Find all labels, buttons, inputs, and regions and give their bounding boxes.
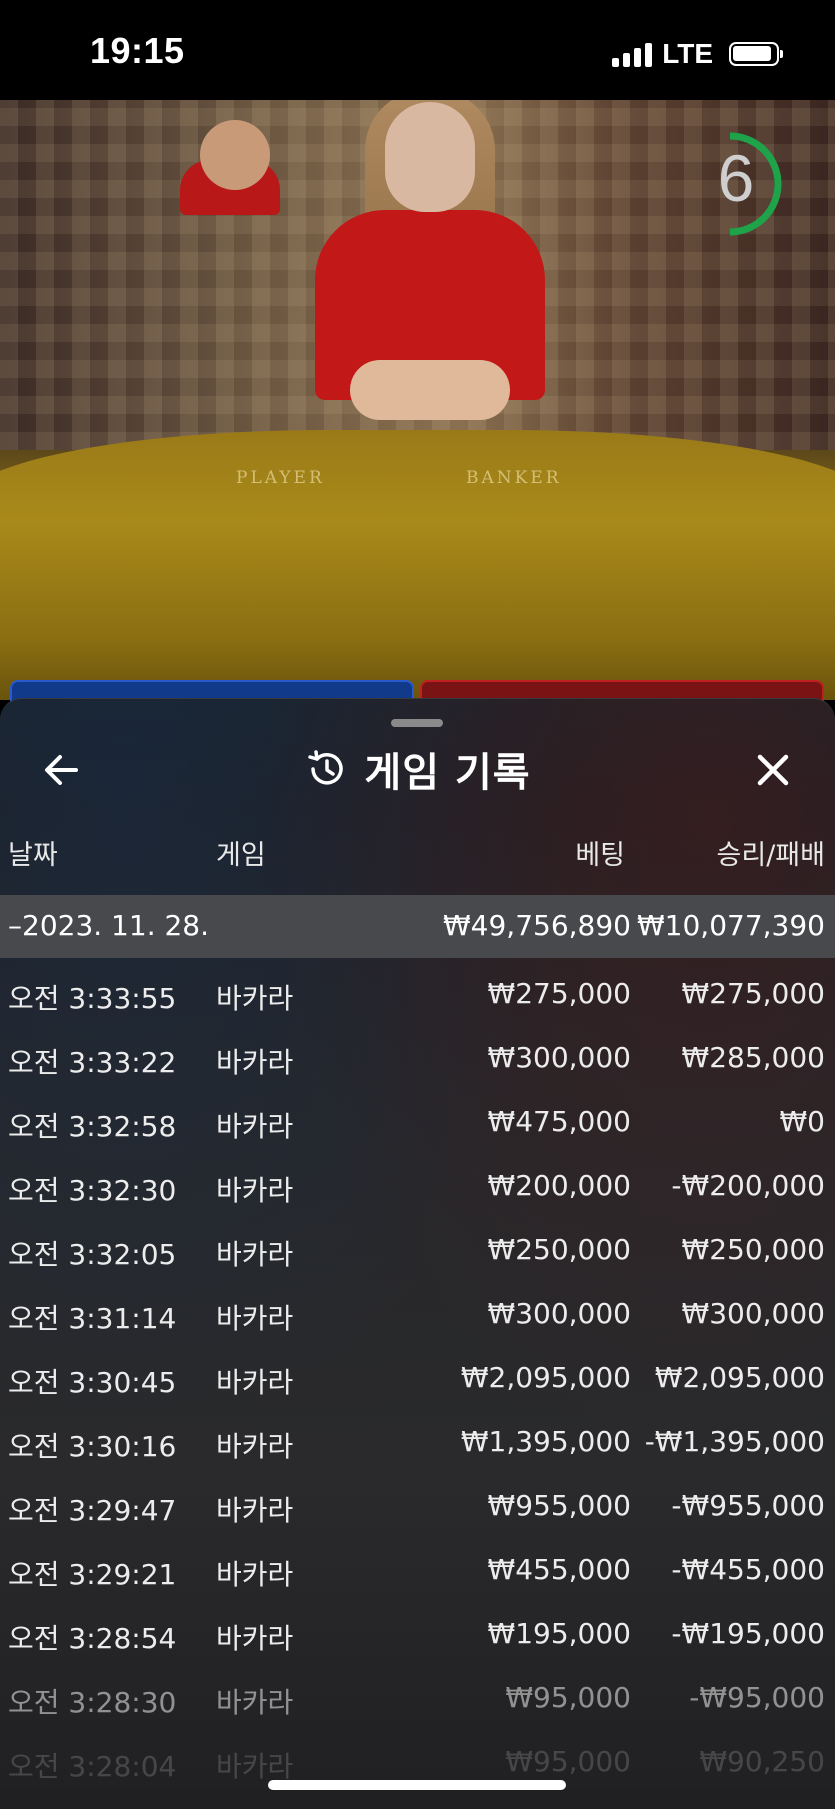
battery-icon [729, 42, 783, 66]
row-result: -₩1,395,000 [644, 1425, 825, 1458]
row-time: 오전 3:33:55 [8, 982, 177, 1015]
game-history-sheet: 게임 기록 날짜 게임 베팅 승리/패배 –2023. 11. 28. ₩49,… [0, 698, 835, 1809]
row-game: 바카라 [216, 1046, 294, 1079]
sheet-title: 게임 기록 [364, 750, 531, 796]
table-row[interactable]: 오전 3:33:55 바카라 ₩275,000 ₩275,000 [0, 961, 835, 1025]
background-dealer-head [200, 120, 270, 190]
row-result: ₩300,000 [681, 1297, 825, 1330]
row-game: 바카라 [216, 1494, 294, 1527]
row-bet: ₩1,395,000 [460, 1425, 631, 1458]
row-bet: ₩195,000 [487, 1617, 631, 1650]
summary-bet: ₩49,756,890 [442, 909, 631, 942]
status-time: 19:15 [90, 30, 185, 71]
row-game: 바카라 [216, 1174, 294, 1207]
table-row[interactable]: 오전 3:30:16 바카라 ₩1,395,000 -₩1,395,000 [0, 1409, 835, 1473]
row-result: -₩200,000 [671, 1169, 825, 1202]
row-result: ₩250,000 [681, 1233, 825, 1266]
dealer-head [385, 102, 475, 212]
dealer-arms [350, 360, 510, 420]
close-button[interactable] [748, 745, 798, 795]
row-result: ₩0 [779, 1105, 826, 1138]
row-bet: ₩2,095,000 [460, 1361, 631, 1394]
table-row[interactable]: 오전 3:28:30 바카라 ₩95,000 -₩95,000 [0, 1665, 835, 1729]
row-game: 바카라 [216, 1110, 294, 1143]
network-label: LTE [662, 38, 713, 69]
table-row[interactable]: 오전 3:30:45 바카라 ₩2,095,000 ₩2,095,000 [0, 1345, 835, 1409]
row-result: -₩195,000 [671, 1617, 825, 1650]
row-game: 바카라 [216, 1366, 294, 1399]
row-result: -₩95,000 [689, 1681, 825, 1714]
row-result: ₩275,000 [681, 977, 825, 1010]
row-result: ₩285,000 [681, 1041, 825, 1074]
row-result: -₩455,000 [671, 1553, 825, 1586]
row-time: 오전 3:31:14 [8, 1302, 177, 1335]
sheet-drag-handle[interactable] [391, 719, 443, 727]
summary-result: ₩10,077,390 [636, 909, 825, 942]
row-game: 바카라 [216, 1302, 294, 1335]
summary-date: –2023. 11. 28. [8, 909, 210, 942]
column-game: 게임 [216, 840, 266, 871]
row-game: 바카라 [216, 1750, 294, 1783]
row-time: 오전 3:32:58 [8, 1110, 177, 1143]
row-game: 바카라 [216, 1558, 294, 1591]
table-row[interactable]: 오전 3:32:05 바카라 ₩250,000 ₩250,000 [0, 1217, 835, 1281]
table-row[interactable]: 오전 3:31:14 바카라 ₩300,000 ₩300,000 [0, 1281, 835, 1345]
row-time: 오전 3:28:04 [8, 1750, 177, 1783]
table-header: 날짜 게임 베팅 승리/패배 [0, 833, 835, 873]
row-time: 오전 3:29:21 [8, 1558, 177, 1591]
table-row[interactable]: 오전 3:29:21 바카라 ₩455,000 -₩455,000 [0, 1537, 835, 1601]
row-time: 오전 3:28:30 [8, 1686, 177, 1719]
row-bet: ₩475,000 [487, 1105, 631, 1138]
table-label-player: PLAYER [236, 468, 325, 488]
table-row[interactable]: 오전 3:32:58 바카라 ₩475,000 ₩0 [0, 1089, 835, 1153]
row-bet: ₩455,000 [487, 1553, 631, 1586]
signal-icon [612, 41, 653, 67]
row-time: 오전 3:30:16 [8, 1430, 177, 1463]
column-result: 승리/패배 [716, 840, 825, 871]
row-bet: ₩300,000 [487, 1041, 631, 1074]
close-icon [757, 754, 789, 786]
status-indicators: LTE [612, 38, 783, 70]
table-row[interactable]: 오전 3:32:30 바카라 ₩200,000 -₩200,000 [0, 1153, 835, 1217]
row-time: 오전 3:32:05 [8, 1238, 177, 1271]
row-result: -₩955,000 [671, 1489, 825, 1522]
row-game: 바카라 [216, 1622, 294, 1655]
row-bet: ₩250,000 [487, 1233, 631, 1266]
row-bet: ₩95,000 [505, 1745, 631, 1778]
row-result: ₩2,095,000 [654, 1361, 825, 1394]
live-video: PLAYER BANKER 6 [0, 100, 835, 700]
history-icon [308, 750, 344, 785]
table-row[interactable]: 오전 3:28:54 바카라 ₩195,000 -₩195,000 [0, 1601, 835, 1665]
countdown-timer: 6 [690, 130, 798, 238]
timer-value: 6 [717, 141, 755, 215]
row-bet: ₩95,000 [505, 1681, 631, 1714]
home-indicator[interactable] [268, 1780, 566, 1790]
row-time: 오전 3:30:45 [8, 1366, 177, 1399]
row-bet: ₩275,000 [487, 977, 631, 1010]
table-label-banker: BANKER [466, 468, 562, 488]
row-result: ₩90,250 [699, 1745, 825, 1778]
row-bet: ₩200,000 [487, 1169, 631, 1202]
history-list: 오전 3:33:55 바카라 ₩275,000 ₩275,000 오전 3:33… [0, 961, 835, 1793]
baccarat-table [0, 430, 835, 700]
row-time: 오전 3:29:47 [8, 1494, 177, 1527]
row-time: 오전 3:33:22 [8, 1046, 177, 1079]
table-row[interactable]: 오전 3:33:22 바카라 ₩300,000 ₩285,000 [0, 1025, 835, 1089]
row-bet: ₩955,000 [487, 1489, 631, 1522]
column-bet: 베팅 [575, 840, 625, 871]
date-summary-row[interactable]: –2023. 11. 28. ₩49,756,890 ₩10,077,390 [0, 895, 835, 958]
column-date: 날짜 [8, 840, 58, 871]
sheet-header: 게임 기록 [0, 739, 835, 799]
sheet-title-group: 게임 기록 [0, 739, 835, 799]
row-game: 바카라 [216, 1430, 294, 1463]
row-game: 바카라 [216, 1686, 294, 1719]
row-time: 오전 3:32:30 [8, 1174, 177, 1207]
row-bet: ₩300,000 [487, 1297, 631, 1330]
row-game: 바카라 [216, 1238, 294, 1271]
row-game: 바카라 [216, 982, 294, 1015]
table-row[interactable]: 오전 3:29:47 바카라 ₩955,000 -₩955,000 [0, 1473, 835, 1537]
status-bar: 19:15 LTE [0, 0, 835, 100]
row-time: 오전 3:28:54 [8, 1622, 177, 1655]
